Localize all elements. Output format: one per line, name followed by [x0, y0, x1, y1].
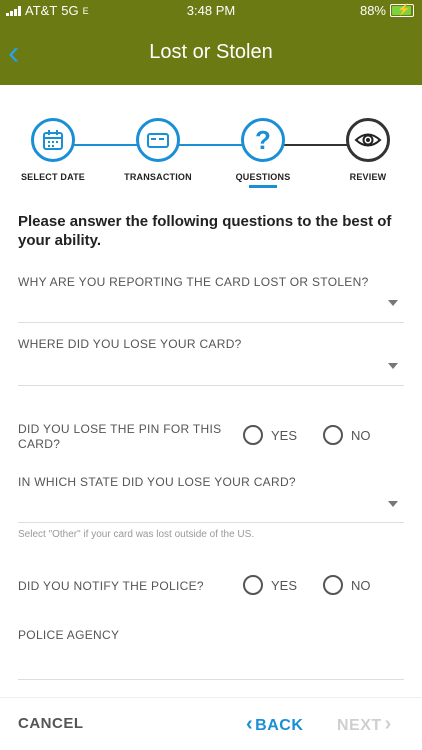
- form-heading: Please answer the following questions to…: [18, 213, 392, 249]
- active-step-indicator: [249, 185, 277, 188]
- eye-icon: [346, 118, 390, 162]
- battery-percent: 88%: [359, 3, 386, 18]
- radio-yes-label: YES: [271, 427, 298, 443]
- q5-yes-option[interactable]: YES: [243, 575, 297, 595]
- q3-no-option[interactable]: NO: [323, 425, 371, 445]
- chevron-right-icon: ›: [384, 713, 392, 735]
- q1-select[interactable]: [18, 322, 404, 323]
- step-questions[interactable]: ? QUESTIONS: [213, 118, 313, 188]
- cancel-button[interactable]: CANCEL: [18, 715, 84, 732]
- radio-yes[interactable]: [243, 425, 263, 445]
- page-title: Lost or Stolen: [149, 41, 273, 63]
- back-button[interactable]: ‹ BACK: [246, 713, 303, 736]
- radio-no-label: NO: [351, 427, 371, 443]
- radio-no-label: NO: [351, 577, 371, 593]
- calendar-icon: [31, 118, 75, 162]
- chevron-left-icon: ‹: [246, 713, 254, 735]
- step-label: REVIEW: [349, 172, 387, 182]
- q5-label: DID YOU NOTIFY THE POLICE?: [18, 579, 204, 593]
- step-label: TRANSACTION: [124, 172, 192, 182]
- q1-label: WHY ARE YOU REPORTING THE CARD LOST OR S…: [18, 275, 369, 289]
- dropdown-caret-icon[interactable]: [388, 363, 398, 369]
- step-review[interactable]: REVIEW: [318, 118, 418, 182]
- police-agency-input[interactable]: [18, 679, 404, 680]
- question-icon: ?: [241, 118, 285, 162]
- q3-yes-option[interactable]: YES: [243, 425, 297, 445]
- footer-nav: CANCEL ‹ BACK NEXT ›: [0, 698, 422, 750]
- back-button-label: BACK: [255, 717, 304, 734]
- status-right: 88% ⚡: [360, 3, 414, 18]
- radio-no[interactable]: [323, 425, 343, 445]
- q4-hint: Select "Other" if your card was lost out…: [18, 529, 255, 540]
- step-label: SELECT DATE: [20, 172, 86, 182]
- q2-select[interactable]: [18, 385, 404, 386]
- nav-header: ‹ Lost or Stolen: [0, 22, 422, 85]
- radio-no[interactable]: [323, 575, 343, 595]
- progress-stepper: SELECT DATE TRANSACTION ? QUESTIONS REVI…: [0, 118, 422, 198]
- q2-label: WHERE DID YOU LOSE YOUR CARD?: [18, 337, 242, 351]
- card-icon: [136, 118, 180, 162]
- step-label: QUESTIONS: [235, 172, 291, 182]
- battery-icon: ⚡: [390, 4, 414, 17]
- radio-yes-label: YES: [271, 577, 298, 593]
- step-transaction[interactable]: TRANSACTION: [108, 118, 208, 182]
- dropdown-caret-icon[interactable]: [388, 501, 398, 507]
- status-time: 3:48 PM: [186, 3, 236, 18]
- step-select-date[interactable]: SELECT DATE: [3, 118, 103, 182]
- radio-yes[interactable]: [243, 575, 263, 595]
- next-button[interactable]: NEXT ›: [337, 713, 392, 736]
- status-bar: AT&T 5G E 3:48 PM 88% ⚡: [0, 0, 422, 22]
- q6-label: POLICE AGENCY: [18, 628, 120, 642]
- q4-select[interactable]: [18, 522, 404, 523]
- q4-label: IN WHICH STATE DID YOU LOSE YOUR CARD?: [18, 475, 296, 489]
- q5-no-option[interactable]: NO: [323, 575, 371, 595]
- dropdown-caret-icon[interactable]: [388, 300, 398, 306]
- next-button-label: NEXT: [337, 717, 382, 734]
- q3-label: DID YOU LOSE THE PIN FOR THIS CARD?: [18, 422, 222, 451]
